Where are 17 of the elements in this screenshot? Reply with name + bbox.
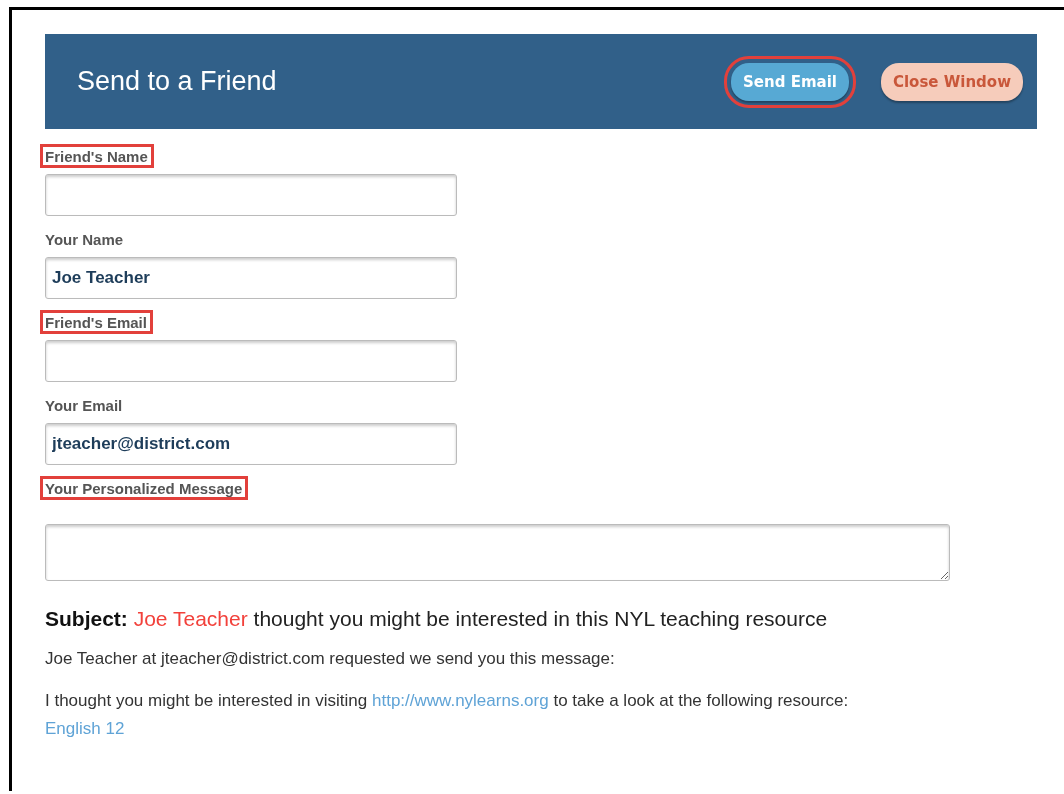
- field-label: Friend's Email: [40, 310, 153, 334]
- request-text: Joe Teacher at jteacher@district.com requested we send you this message:: [45, 648, 616, 670]
- field-label: Your Name: [44, 230, 125, 250]
- message-text: I thought you might be interested in visiting http://www.nylearns.org to take a look at the following resource: English 12: [45, 690, 850, 740]
- subject-line: Subject: Joe Teacher thought you might be interested in this NYL teaching resource: [45, 607, 829, 631]
- window-title: Send to a Friend: [77, 66, 278, 97]
- resource-link[interactable]: English 12: [45, 719, 125, 738]
- field-label: Your Personalized Message: [40, 476, 249, 500]
- input-field[interactable]: [45, 340, 457, 382]
- input-field[interactable]: Joe Teacher: [45, 257, 457, 299]
- site-link[interactable]: http://www.nylearns.org: [372, 691, 549, 710]
- input-field[interactable]: jteacher@district.com: [45, 423, 457, 465]
- input-field[interactable]: [45, 174, 457, 216]
- field-label: Your Email: [44, 396, 124, 416]
- close-button[interactable]: Close Window: [880, 62, 1023, 101]
- field-label: Friend's Name: [40, 144, 154, 168]
- message-field[interactable]: [45, 524, 950, 581]
